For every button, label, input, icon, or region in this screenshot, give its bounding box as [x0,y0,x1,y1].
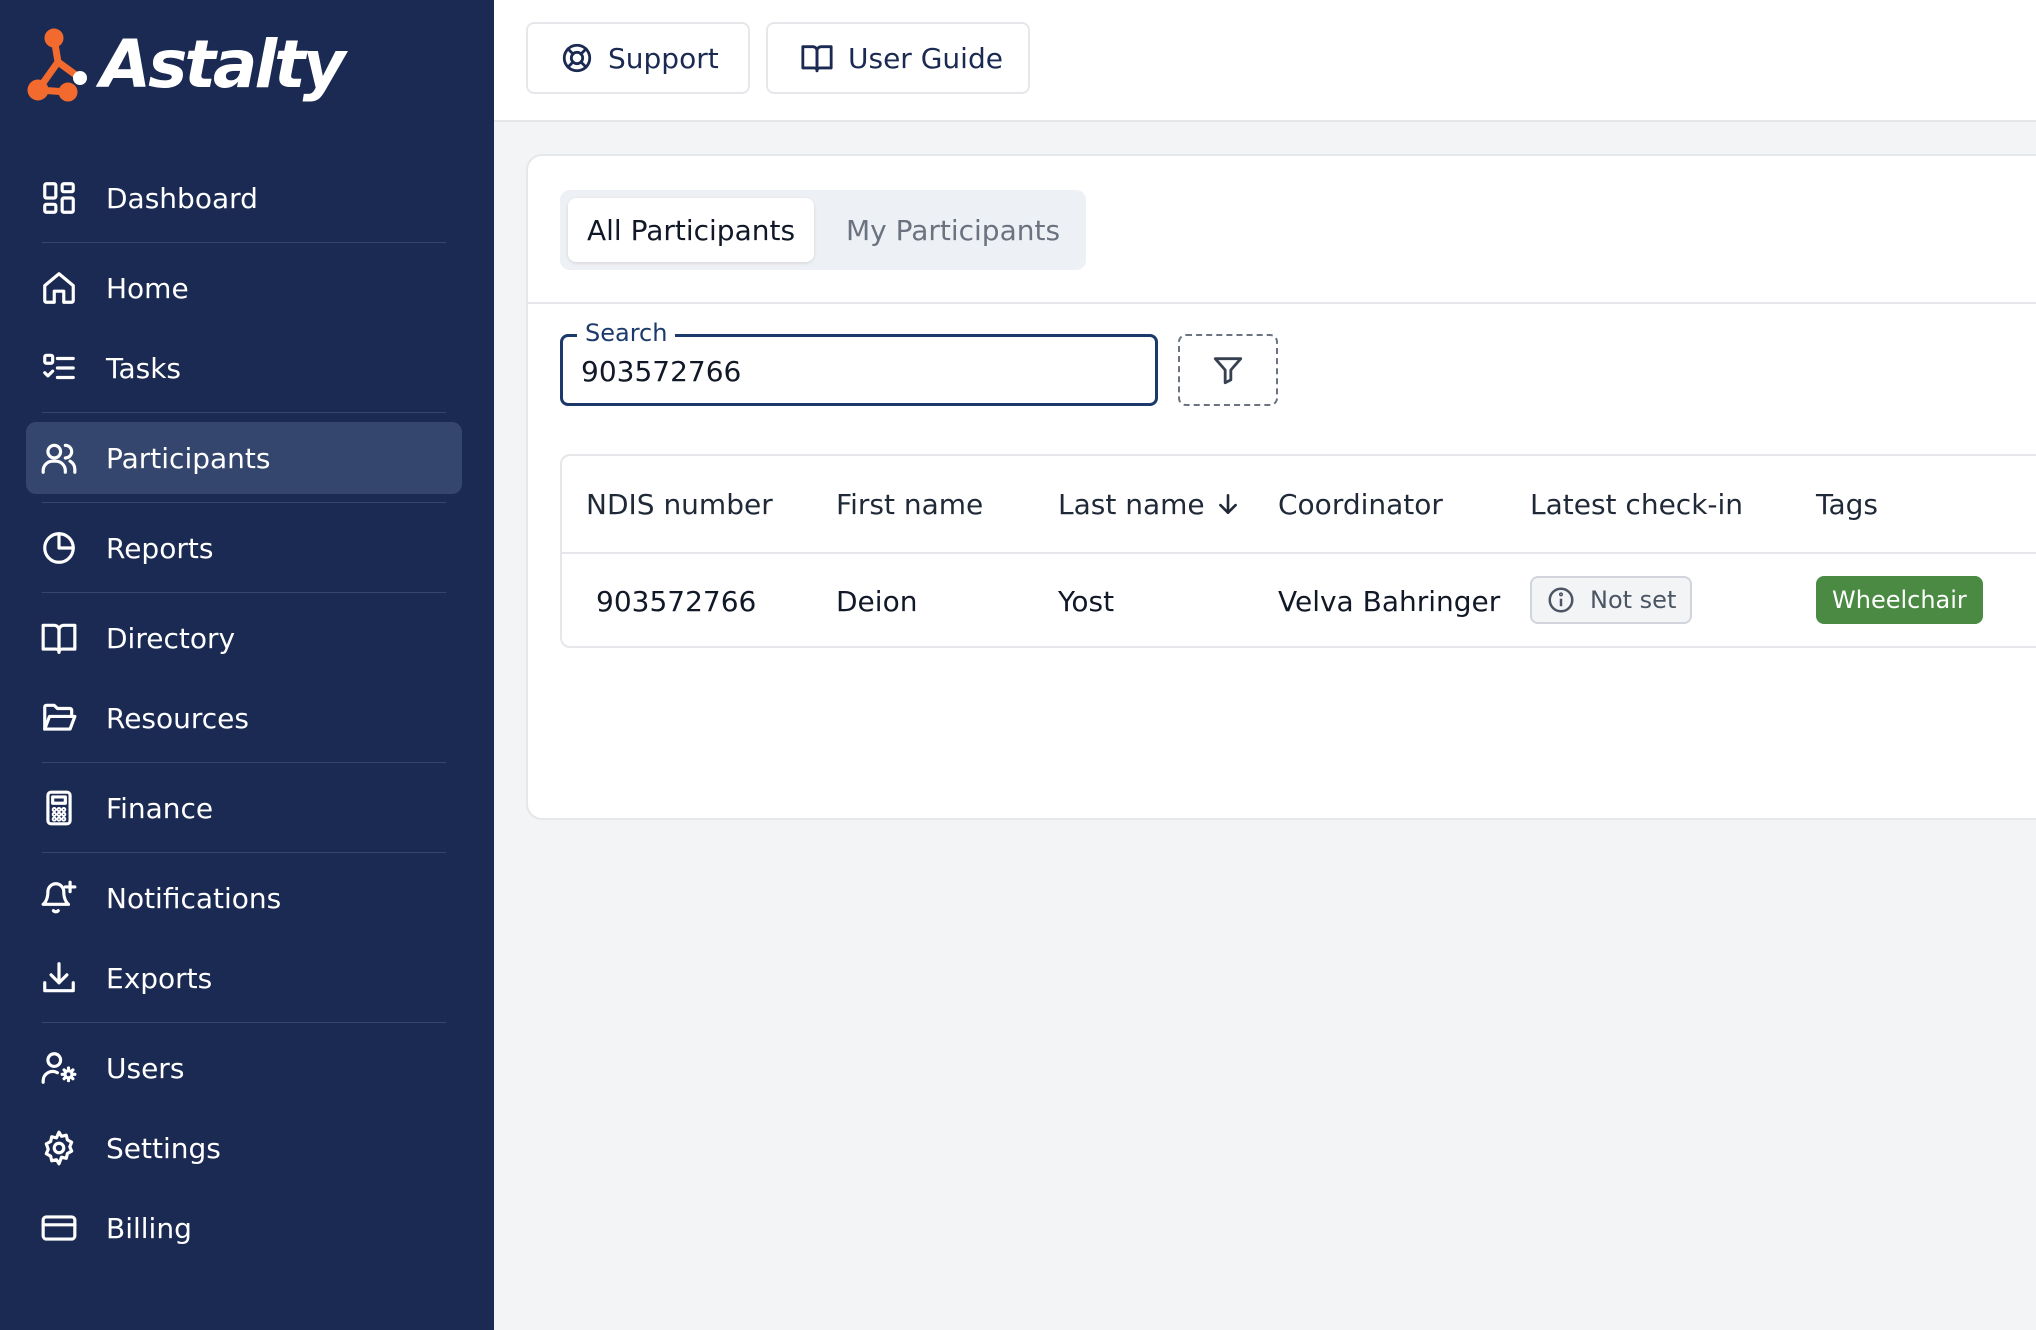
sidebar-item-notifications[interactable]: Notifications [26,862,462,934]
sidebar-item-label: Settings [106,1131,221,1165]
search-field: Search [560,319,1158,406]
sidebar-divider [42,592,446,593]
search-label: Search [577,319,676,347]
sidebar-item-tasks[interactable]: Tasks [26,332,462,404]
sidebar-item-label: Dashboard [106,181,258,215]
logo-wordmark: Astalty [100,25,346,103]
sidebar-divider [42,242,446,243]
column-header-first-name[interactable]: First name [836,456,983,552]
calculator-icon [40,789,78,827]
participants-table: NDIS number First name Last name Coordin… [560,454,2036,648]
sidebar-item-exports[interactable]: Exports [26,942,462,1014]
sidebar-item-dashboard[interactable]: Dashboard [26,162,462,234]
filter-button[interactable] [1178,334,1278,406]
sidebar-item-label: Finance [106,791,214,825]
tag-badge: Wheelchair [1816,576,1983,624]
checkin-status-badge: Not set [1530,576,1693,624]
search-input[interactable] [581,351,1141,391]
column-header-label: NDIS number [586,487,773,521]
tasks-icon [40,349,78,387]
sidebar-item-billing[interactable]: Billing [26,1192,462,1264]
sidebar-item-label: Tasks [106,351,182,385]
top-bar: Support User Guide [494,0,2036,122]
sidebar-item-settings[interactable]: Settings [26,1112,462,1184]
user-gear-icon [40,1049,78,1087]
sort-descending-icon [1218,494,1237,514]
book-icon [801,45,833,73]
participants-card: All Participants My Participants Search … [526,154,2036,820]
participant-tabs: All Participants My Participants [560,190,1086,270]
book-icon [40,619,78,657]
sidebar-item-label: Exports [106,961,213,995]
download-icon [40,959,78,997]
home-icon [40,269,78,307]
cell-ndis-number: 903572766 [596,584,757,618]
folder-icon [40,699,78,737]
sidebar-item-label: Resources [106,701,249,735]
divider [528,302,2036,304]
sidebar-item-label: Reports [106,531,214,565]
filter-icon [1213,357,1243,385]
sidebar-divider [42,852,446,853]
user-guide-label: User Guide [848,41,1003,75]
sidebar-item-finance[interactable]: Finance [26,772,462,844]
sidebar-divider [42,502,446,503]
astalty-logo[interactable]: Astalty [24,24,346,104]
support-label: Support [608,41,719,75]
pie-chart-icon [40,529,78,567]
tab-all-participants[interactable]: All Participants [568,198,814,262]
sidebar-item-reports[interactable]: Reports [26,512,462,584]
sidebar-divider [42,762,446,763]
tag-label: Wheelchair [1832,586,1967,614]
logo-mark-icon [27,28,87,102]
sidebar: Astalty Dashboard Home Tasks Participant… [0,0,494,1330]
column-header-ndis-number[interactable]: NDIS number [586,456,773,552]
checkin-status-label: Not set [1590,586,1677,614]
sidebar-item-label: Participants [106,441,271,475]
bell-plus-icon [40,879,78,917]
sidebar-item-label: Directory [106,621,236,655]
column-header-label: Last name [1058,487,1205,521]
sidebar-divider [42,412,446,413]
column-header-label: Coordinator [1278,487,1443,521]
sidebar-item-label: Notifications [106,881,282,915]
sidebar-item-participants[interactable]: Participants [26,422,462,494]
support-button[interactable]: Support [526,22,750,94]
column-header-label: First name [836,487,984,521]
cell-first-name: Deion [836,584,918,618]
user-guide-button[interactable]: User Guide [766,22,1030,94]
column-header-tags[interactable]: Tags [1816,456,1878,552]
column-header-last-name[interactable]: Last name [1058,456,1241,552]
participants-icon [40,439,78,477]
sidebar-item-label: Home [106,271,189,305]
cell-coordinator: Velva Bahringer [1278,584,1501,618]
sidebar-item-resources[interactable]: Resources [26,682,462,754]
sidebar-item-label: Billing [106,1211,192,1245]
column-header-latest-check-in[interactable]: Latest check-in [1530,456,1743,552]
cell-last-name: Yost [1058,584,1115,618]
column-header-label: Latest check-in [1530,487,1744,521]
tab-my-participants[interactable]: My Participants [830,198,1076,262]
column-header-coordinator[interactable]: Coordinator [1278,456,1443,552]
sidebar-item-users[interactable]: Users [26,1032,462,1104]
info-icon [1548,587,1574,613]
lifebuoy-icon [562,43,592,73]
sidebar-divider [42,1022,446,1023]
sidebar-item-home[interactable]: Home [26,252,462,324]
sidebar-item-directory[interactable]: Directory [26,602,462,674]
sidebar-item-label: Users [106,1051,185,1085]
column-header-label: Tags [1816,487,1878,521]
gear-icon [40,1129,78,1167]
dashboard-icon [40,179,78,217]
credit-card-icon [40,1209,78,1247]
